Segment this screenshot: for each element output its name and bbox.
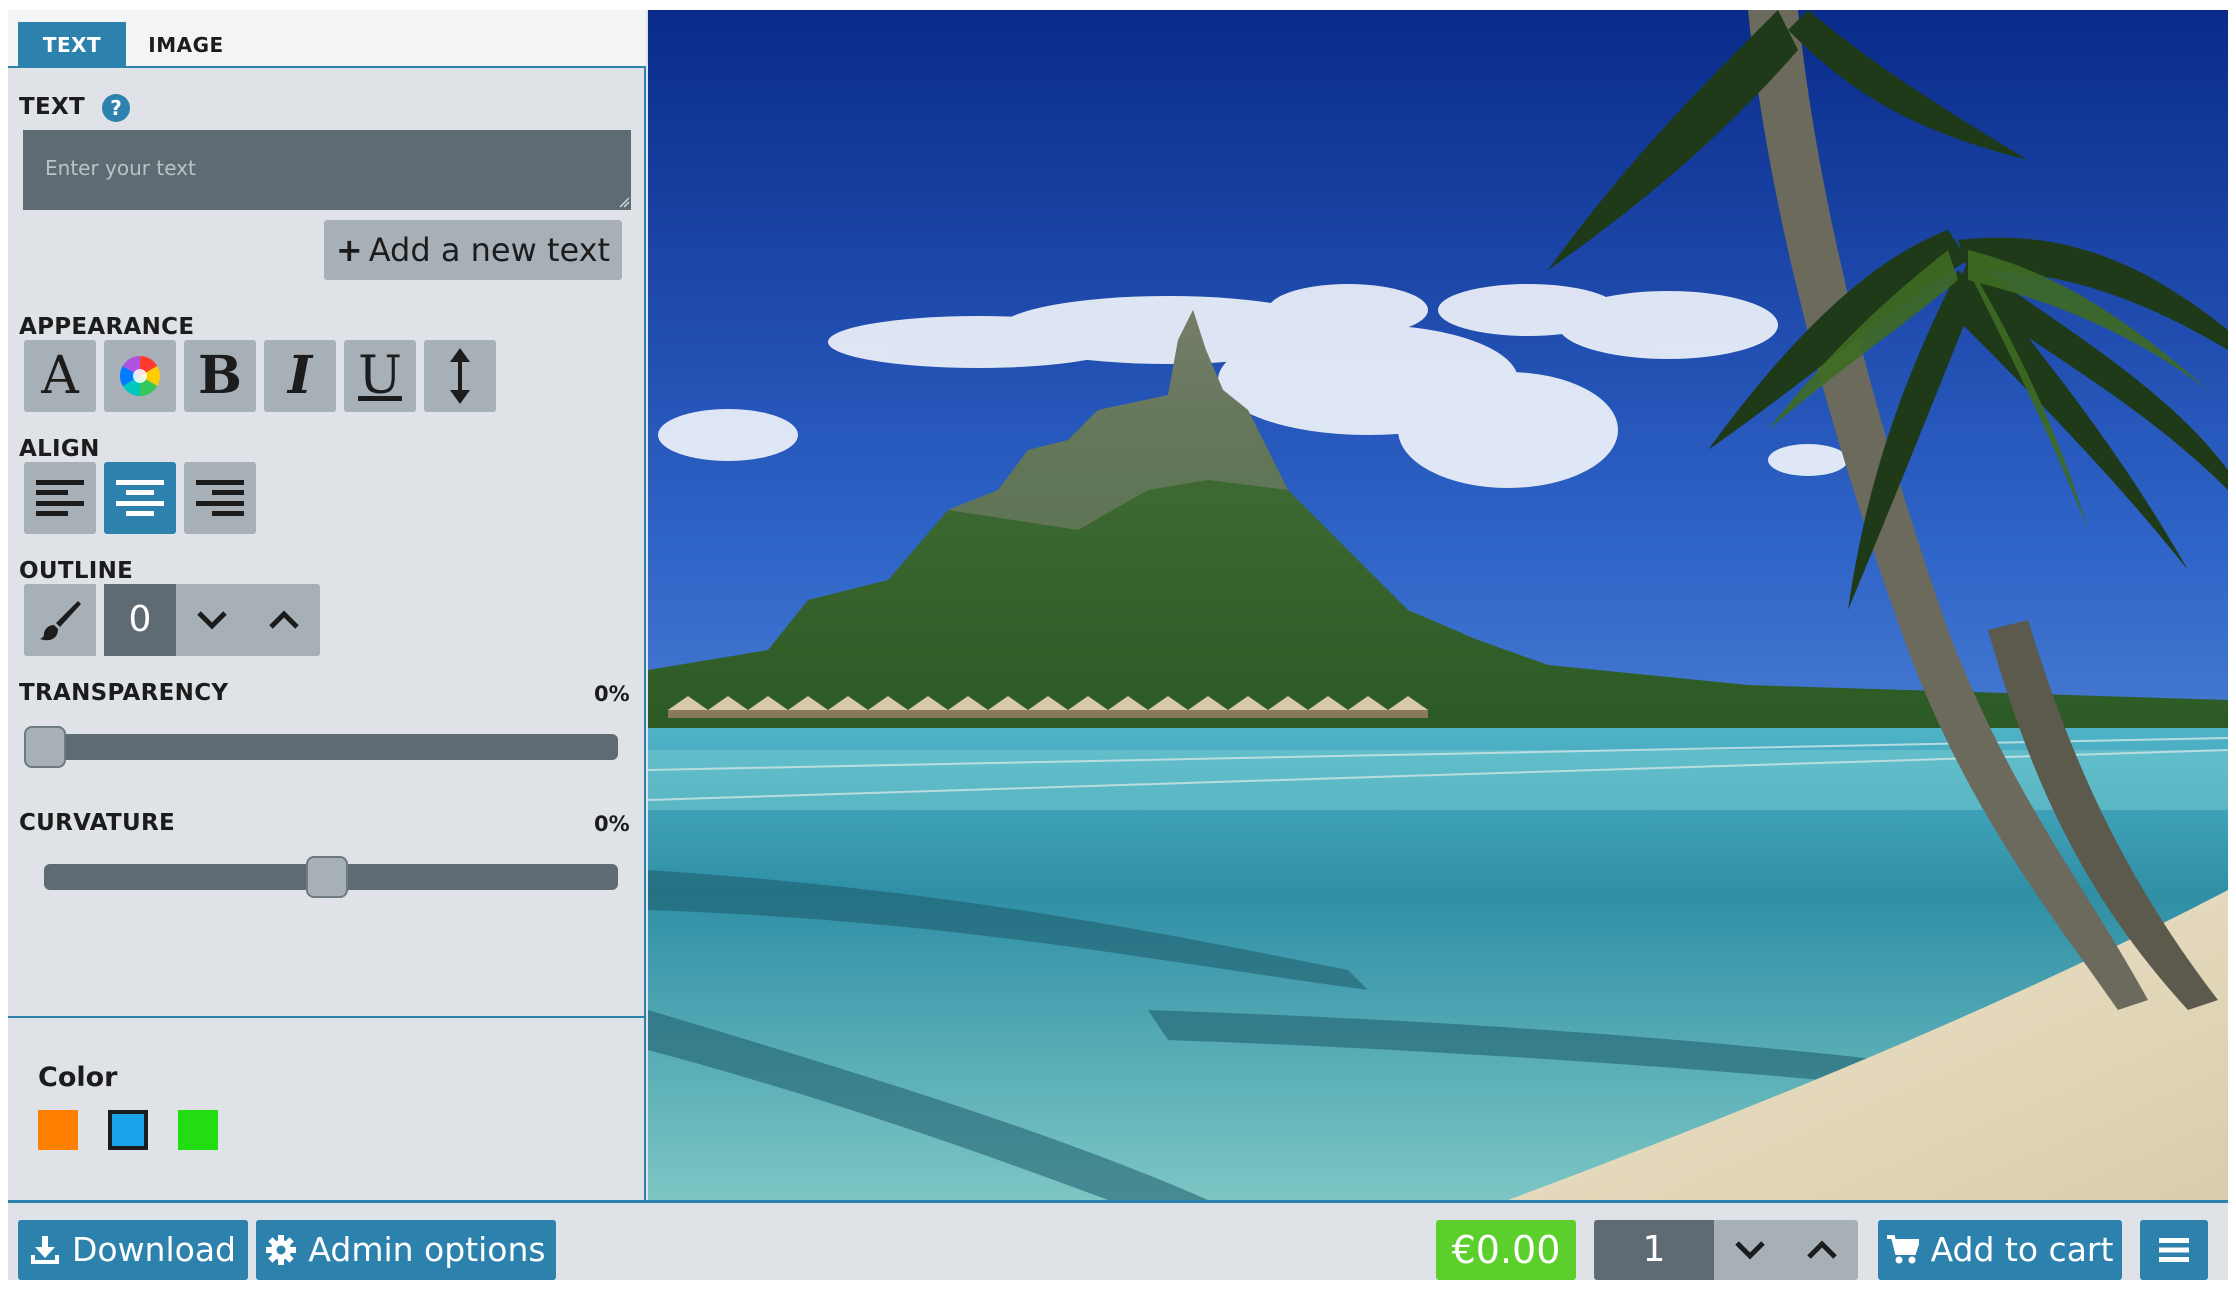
- outline-decrease-button[interactable]: [176, 584, 248, 656]
- align-center-button[interactable]: [104, 462, 176, 534]
- transparency-value: 0%: [594, 682, 630, 706]
- color-swatch-green[interactable]: [178, 1110, 218, 1150]
- outline-width-value[interactable]: 0: [104, 584, 176, 656]
- color-swatch-blue[interactable]: [108, 1110, 148, 1150]
- italic-icon: I: [287, 345, 313, 406]
- italic-button[interactable]: I: [264, 340, 336, 412]
- cart-icon: [1886, 1235, 1919, 1264]
- align-label: ALIGN: [19, 436, 100, 462]
- bold-button[interactable]: B: [184, 340, 256, 412]
- curvature-slider-thumb[interactable]: [306, 856, 348, 898]
- outline-increase-button[interactable]: [248, 584, 320, 656]
- align-right-button[interactable]: [184, 462, 256, 534]
- curvature-label: CURVATURE: [19, 810, 176, 836]
- outline-stepper: [176, 584, 320, 656]
- align-left-button[interactable]: [24, 462, 96, 534]
- color-title: Color: [38, 1062, 118, 1093]
- panel-divider: [8, 1016, 646, 1018]
- bottom-toolbar: Download Admin options €0.00 1 Add to ca…: [8, 1200, 2228, 1280]
- price-display: €0.00: [1436, 1220, 1576, 1280]
- font-icon: A: [41, 346, 79, 406]
- appearance-label: APPEARANCE: [19, 314, 195, 340]
- chevron-down-icon: [1735, 1241, 1765, 1260]
- color-wheel-icon: [120, 356, 160, 396]
- tab-image[interactable]: IMAGE: [132, 22, 240, 68]
- chevron-down-icon: [197, 611, 227, 630]
- design-canvas[interactable]: [648, 10, 2228, 1200]
- quantity-stepper: [1714, 1220, 1858, 1280]
- underline-icon: U: [358, 346, 402, 406]
- transparency-label: TRANSPARENCY: [19, 680, 229, 706]
- admin-options-button[interactable]: Admin options: [256, 1220, 556, 1280]
- beach-photo: [648, 10, 2228, 1200]
- vertical-arrows-icon: [450, 348, 470, 404]
- add-new-text-button[interactable]: + Add a new text: [324, 220, 622, 280]
- admin-options-label: Admin options: [308, 1230, 546, 1269]
- text-input[interactable]: [23, 130, 631, 210]
- quantity-increase-button[interactable]: [1786, 1220, 1858, 1280]
- chevron-up-icon: [269, 610, 299, 629]
- outline-label: OUTLINE: [19, 558, 134, 584]
- chevron-up-icon: [1807, 1240, 1837, 1259]
- underline-button[interactable]: U: [344, 340, 416, 412]
- curvature-value: 0%: [594, 812, 630, 836]
- align-center-icon: [116, 480, 164, 516]
- menu-button[interactable]: [2140, 1220, 2208, 1280]
- hamburger-menu-icon: [2159, 1238, 2189, 1262]
- resize-grip-icon[interactable]: [618, 196, 630, 208]
- add-new-text-label: Add a new text: [368, 231, 611, 269]
- color-swatch-orange[interactable]: [38, 1110, 78, 1150]
- paintbrush-icon: [40, 601, 81, 641]
- transparency-slider-track[interactable]: [24, 734, 618, 760]
- quantity-input[interactable]: 1: [1594, 1220, 1714, 1280]
- align-right-icon: [196, 480, 244, 516]
- gear-icon: [266, 1235, 297, 1265]
- design-panel: TEXT IMAGE TEXT ? +Add a new text APPEAR…: [8, 10, 646, 1200]
- tab-text[interactable]: TEXT: [18, 22, 126, 68]
- transparency-slider-thumb[interactable]: [24, 726, 66, 768]
- font-family-button[interactable]: A: [24, 340, 96, 412]
- panel-tabs: TEXT IMAGE: [8, 10, 646, 68]
- plus-icon: +: [335, 231, 363, 269]
- download-button[interactable]: Download: [18, 1220, 248, 1280]
- bold-icon: B: [198, 345, 242, 406]
- product-designer: TEXT IMAGE TEXT ? +Add a new text APPEAR…: [8, 10, 2228, 1280]
- add-to-cart-label: Add to cart: [1930, 1230, 2114, 1269]
- download-label: Download: [71, 1230, 237, 1269]
- text-color-button[interactable]: [104, 340, 176, 412]
- line-height-button[interactable]: [424, 340, 496, 412]
- download-icon: [30, 1236, 59, 1264]
- quantity-decrease-button[interactable]: [1714, 1220, 1786, 1280]
- add-to-cart-button[interactable]: Add to cart: [1878, 1220, 2122, 1280]
- question-circle-icon[interactable]: ?: [102, 94, 130, 122]
- align-left-icon: [36, 480, 84, 516]
- outline-color-button[interactable]: [24, 584, 96, 656]
- text-section-label: TEXT: [19, 94, 86, 120]
